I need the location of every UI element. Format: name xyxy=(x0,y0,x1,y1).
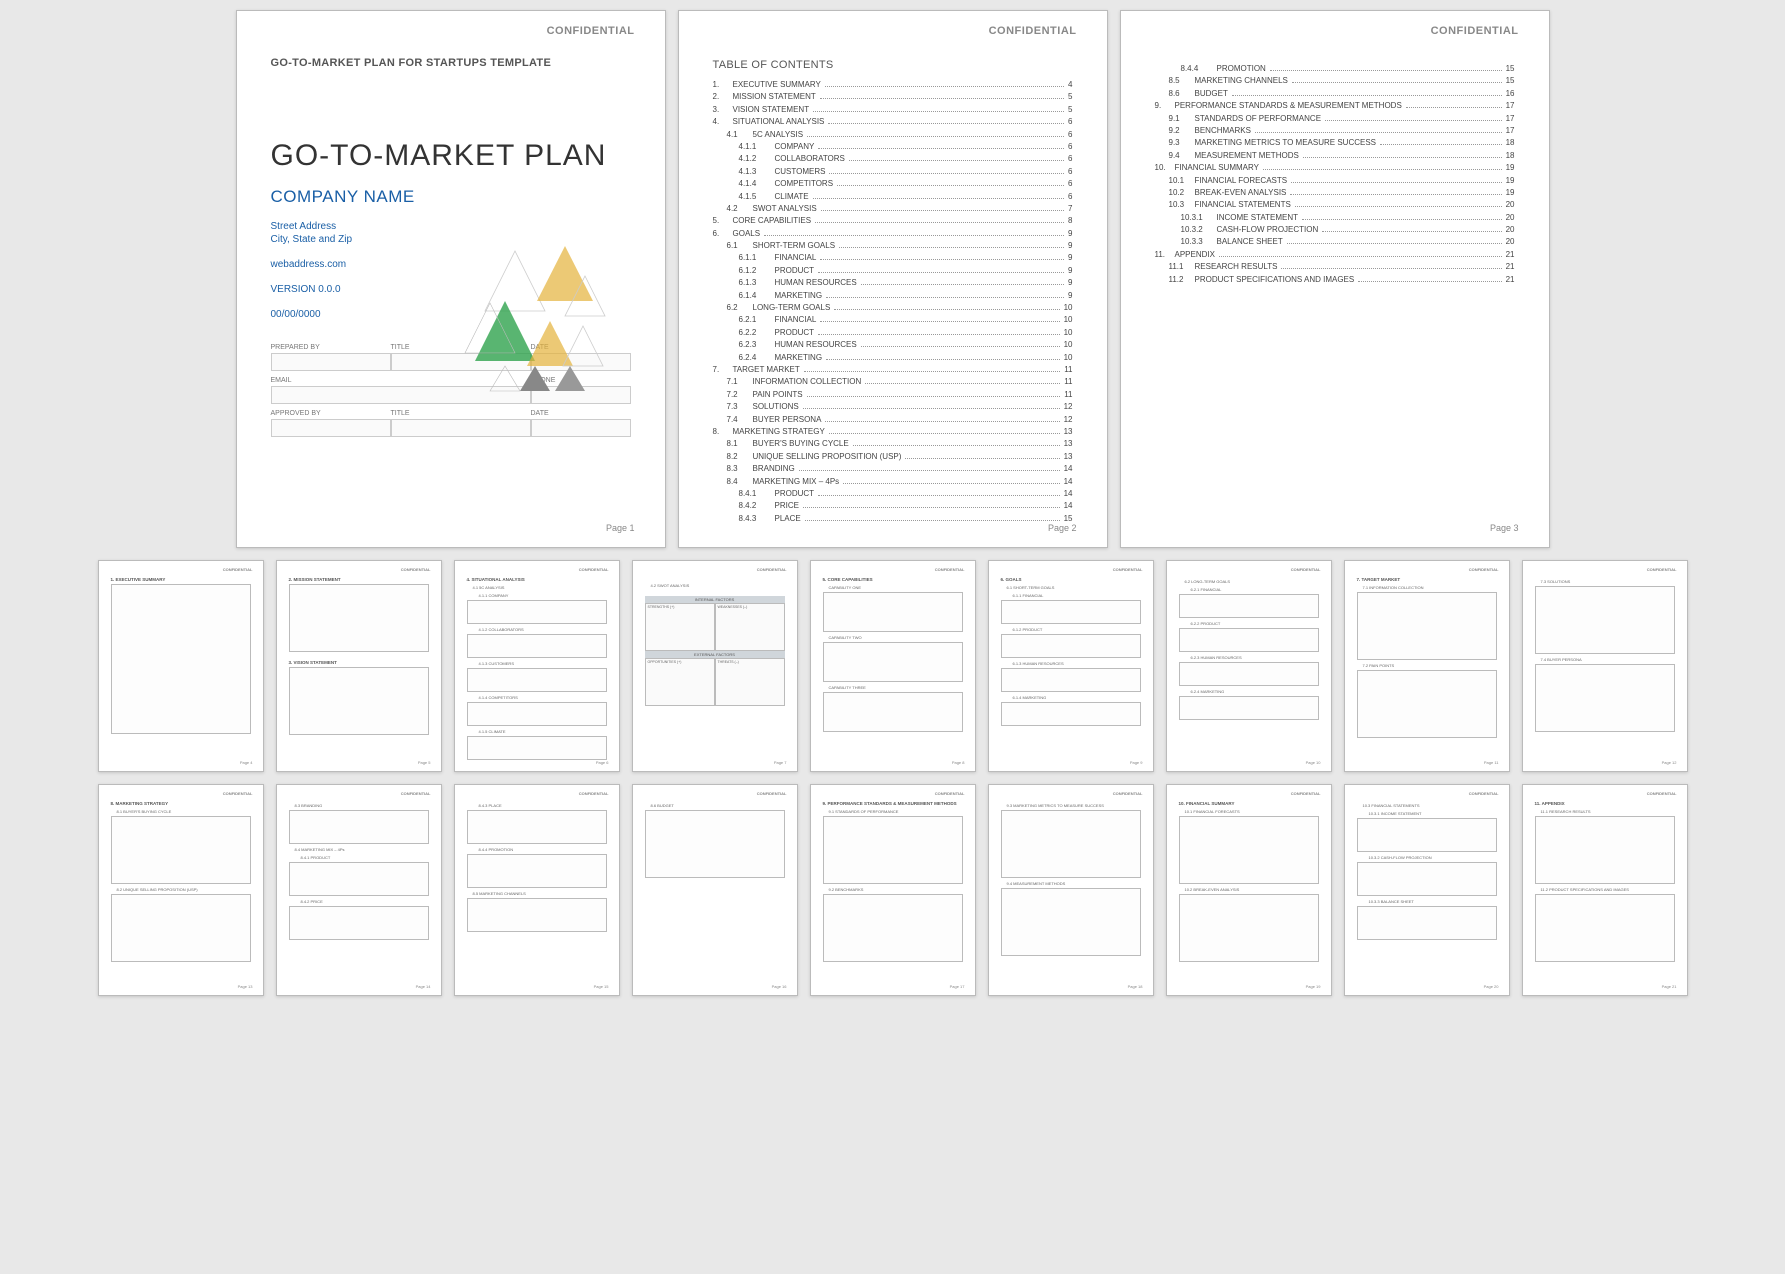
page-13: CONFIDENTIAL 8. MARKETING STRATEGY 8.1 B… xyxy=(98,784,264,996)
toc-entry: 6.1.1FINANCIAL9 xyxy=(713,252,1073,264)
toc-entry: 4.1.5CLIMATE6 xyxy=(713,191,1073,203)
toc-entry: 6.2.2PRODUCT10 xyxy=(713,327,1073,339)
toc-entry: 6.2.4MARKETING10 xyxy=(713,352,1073,364)
toc-entry: 6.GOALS9 xyxy=(713,228,1073,240)
toc-entry: 6.2.1FINANCIAL10 xyxy=(713,314,1073,326)
page-17: CONFIDENTIAL 9. PERFORMANCE STANDARDS & … xyxy=(810,784,976,996)
toc-entry: 6.1.4MARKETING9 xyxy=(713,290,1073,302)
cover-subtitle: GO-TO-MARKET PLAN FOR STARTUPS TEMPLATE xyxy=(271,57,631,69)
toc-entry: 8.6BUDGET16 xyxy=(1155,88,1515,100)
swot-grid: INTERNAL FACTORS STRENGTHS (+) WEAKNESSE… xyxy=(645,596,785,706)
toc-entry: 4.1.2COLLABORATORS6 xyxy=(713,153,1073,165)
toc-entry: 11.APPENDIX21 xyxy=(1155,249,1515,261)
toc-entry: 1.EXECUTIVE SUMMARY4 xyxy=(713,79,1073,91)
toc-entry: 7.3SOLUTIONS12 xyxy=(713,401,1073,413)
page-4: CONFIDENTIAL 1. EXECUTIVE SUMMARY Page 4 xyxy=(98,560,264,772)
toc-entry: 10.3.3BALANCE SHEET20 xyxy=(1155,236,1515,248)
page-19: CONFIDENTIAL 10. FINANCIAL SUMMARY 10.1 … xyxy=(1166,784,1332,996)
toc-entry: 10.3.1INCOME STATEMENT20 xyxy=(1155,212,1515,224)
page-number: Page 1 xyxy=(606,523,635,533)
confidential-label: CONFIDENTIAL xyxy=(989,25,1077,37)
row-thumbs-2: CONFIDENTIAL 8. MARKETING STRATEGY 8.1 B… xyxy=(10,784,1775,996)
toc-entry: 10.3FINANCIAL STATEMENTS20 xyxy=(1155,199,1515,211)
toc-entry: 8.4MARKETING MIX – 4Ps14 xyxy=(713,476,1073,488)
toc-entry: 10.1FINANCIAL FORECASTS19 xyxy=(1155,175,1515,187)
page-5: CONFIDENTIAL 2. MISSION STATEMENT 3. VIS… xyxy=(276,560,442,772)
page-6: CONFIDENTIAL 4. SITUATIONAL ANALYSIS 4.1… xyxy=(454,560,620,772)
page-15: CONFIDENTIAL 8.4.3 PLACE 8.4.4 PROMOTION… xyxy=(454,784,620,996)
toc-entry: 9.1STANDARDS OF PERFORMANCE17 xyxy=(1155,113,1515,125)
toc-entry: 8.3BRANDING14 xyxy=(713,463,1073,475)
page-7: CONFIDENTIAL 4.2 SWOT ANALYSIS INTERNAL … xyxy=(632,560,798,772)
page-3-toc: CONFIDENTIAL 8.4.4PROMOTION158.5MARKETIN… xyxy=(1120,10,1550,548)
toc-page2-list: 1.EXECUTIVE SUMMARY42.MISSION STATEMENT5… xyxy=(713,79,1073,525)
toc-entry: 8.4.4PROMOTION15 xyxy=(1155,63,1515,75)
form-prepared-by: PREPARED BY xyxy=(271,344,391,371)
page-14: CONFIDENTIAL 8.3 BRANDING 8.4 MARKETING … xyxy=(276,784,442,996)
page-10: CONFIDENTIAL 6.2 LONG-TERM GOALS 6.2.1 F… xyxy=(1166,560,1332,772)
toc-entry: 10.FINANCIAL SUMMARY19 xyxy=(1155,162,1515,174)
toc-entry: 4.SITUATIONAL ANALYSIS6 xyxy=(713,116,1073,128)
row-large-pages: CONFIDENTIAL GO-TO-MARKET PLAN FOR START… xyxy=(10,10,1775,548)
toc-entry: 8.2UNIQUE SELLING PROPOSITION (USP)13 xyxy=(713,451,1073,463)
toc-entry: 9.3MARKETING METRICS TO MEASURE SUCCESS1… xyxy=(1155,137,1515,149)
cover-triangle-graphic xyxy=(455,241,625,411)
cover-title: GO-TO-MARKET PLAN xyxy=(271,139,631,173)
toc-entry: 8.4.3PLACE15 xyxy=(713,513,1073,525)
form-approved-by: APPROVED BY xyxy=(271,410,391,437)
toc-entry: 7.2PAIN POINTS11 xyxy=(713,389,1073,401)
form-date-2: DATE xyxy=(531,410,631,437)
page-number: Page 2 xyxy=(1048,523,1077,533)
toc-title: TABLE OF CONTENTS xyxy=(713,59,1073,71)
toc-entry: 6.1.2PRODUCT9 xyxy=(713,265,1073,277)
toc-entry: 11.1RESEARCH RESULTS21 xyxy=(1155,261,1515,273)
confidential-label: CONFIDENTIAL xyxy=(1431,25,1519,37)
toc-entry: 3.VISION STATEMENT5 xyxy=(713,104,1073,116)
form-title-2: TITLE xyxy=(391,410,531,437)
toc-entry: 4.2SWOT ANALYSIS7 xyxy=(713,203,1073,215)
toc-entry: 2.MISSION STATEMENT5 xyxy=(713,91,1073,103)
page-12: CONFIDENTIAL 7.3 SOLUTIONS 7.4 BUYER PER… xyxy=(1522,560,1688,772)
page-21: CONFIDENTIAL 11. APPENDIX 11.1 RESEARCH … xyxy=(1522,784,1688,996)
toc-entry: 4.1.3CUSTOMERS6 xyxy=(713,166,1073,178)
toc-entry: 11.2PRODUCT SPECIFICATIONS AND IMAGES21 xyxy=(1155,274,1515,286)
toc-entry: 10.2BREAK-EVEN ANALYSIS19 xyxy=(1155,187,1515,199)
toc-entry: 7.TARGET MARKET11 xyxy=(713,364,1073,376)
toc-entry: 4.1.1COMPANY6 xyxy=(713,141,1073,153)
toc-entry: 6.2.3HUMAN RESOURCES10 xyxy=(713,339,1073,351)
page-11: CONFIDENTIAL 7. TARGET MARKET 7.1 INFORM… xyxy=(1344,560,1510,772)
toc-entry: 7.1INFORMATION COLLECTION11 xyxy=(713,376,1073,388)
page-2-toc: CONFIDENTIAL TABLE OF CONTENTS 1.EXECUTI… xyxy=(678,10,1108,548)
toc-entry: 6.1.3HUMAN RESOURCES9 xyxy=(713,277,1073,289)
toc-entry: 6.2LONG-TERM GOALS10 xyxy=(713,302,1073,314)
page-9: CONFIDENTIAL 6. GOALS 6.1 SHORT-TERM GOA… xyxy=(988,560,1154,772)
toc-entry: 8.1BUYER'S BUYING CYCLE13 xyxy=(713,438,1073,450)
confidential-label: CONFIDENTIAL xyxy=(547,25,635,37)
toc-entry: 8.MARKETING STRATEGY13 xyxy=(713,426,1073,438)
toc-entry: 4.1.4COMPETITORS6 xyxy=(713,178,1073,190)
page-8: CONFIDENTIAL 5. CORE CAPABILITIES CAPABI… xyxy=(810,560,976,772)
page-1-cover: CONFIDENTIAL GO-TO-MARKET PLAN FOR START… xyxy=(236,10,666,548)
toc-entry: 8.4.1PRODUCT14 xyxy=(713,488,1073,500)
row-thumbs-1: CONFIDENTIAL 1. EXECUTIVE SUMMARY Page 4… xyxy=(10,560,1775,772)
toc-entry: 6.1SHORT-TERM GOALS9 xyxy=(713,240,1073,252)
cover-company: COMPANY NAME xyxy=(271,187,631,207)
page-20: CONFIDENTIAL 10.3 FINANCIAL STATEMENTS 1… xyxy=(1344,784,1510,996)
toc-entry: 5.CORE CAPABILITIES8 xyxy=(713,215,1073,227)
toc-page3-list: 8.4.4PROMOTION158.5MARKETING CHANNELS158… xyxy=(1155,63,1515,286)
page-number: Page 3 xyxy=(1490,523,1519,533)
toc-entry: 9.PERFORMANCE STANDARDS & MEASUREMENT ME… xyxy=(1155,100,1515,112)
page-18: CONFIDENTIAL 9.3 MARKETING METRICS TO ME… xyxy=(988,784,1154,996)
toc-entry: 8.4.2PRICE14 xyxy=(713,500,1073,512)
cover-street: Street Address xyxy=(271,221,631,232)
page-16: CONFIDENTIAL 8.6 BUDGET Page 16 xyxy=(632,784,798,996)
toc-entry: 9.4MEASUREMENT METHODS18 xyxy=(1155,150,1515,162)
toc-entry: 8.5MARKETING CHANNELS15 xyxy=(1155,75,1515,87)
toc-entry: 9.2BENCHMARKS17 xyxy=(1155,125,1515,137)
toc-entry: 4.15C ANALYSIS6 xyxy=(713,129,1073,141)
toc-entry: 10.3.2CASH-FLOW PROJECTION20 xyxy=(1155,224,1515,236)
toc-entry: 7.4BUYER PERSONA12 xyxy=(713,414,1073,426)
